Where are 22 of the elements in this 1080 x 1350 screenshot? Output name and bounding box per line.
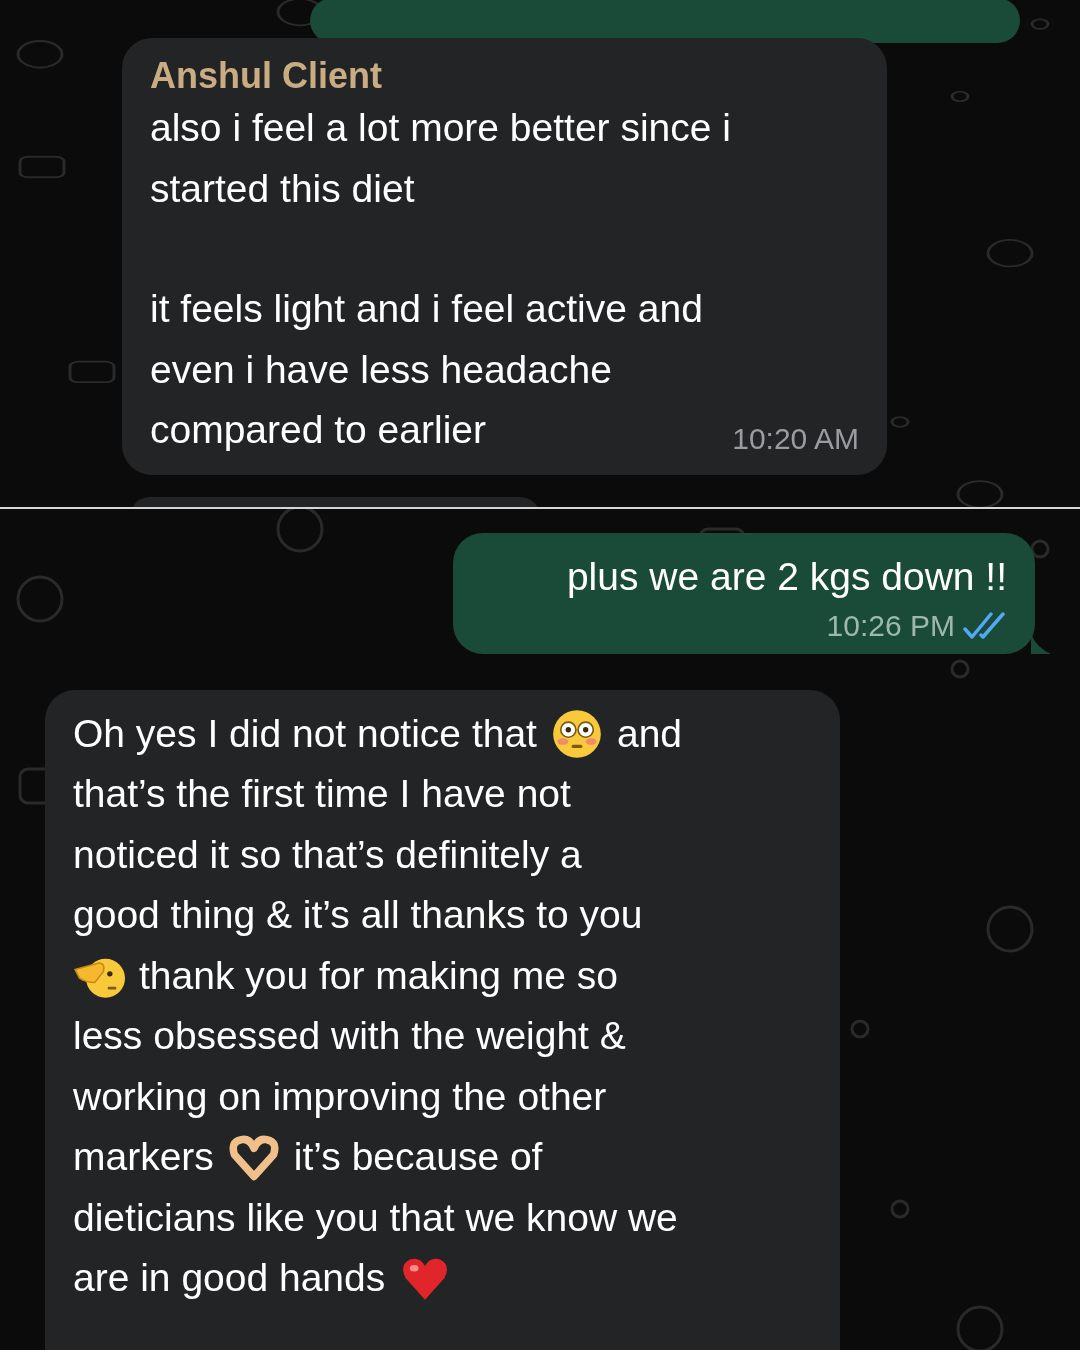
message-text: noticed it so that’s definitely a (73, 831, 582, 878)
message-text: plus we are 2 kgs down !! (566, 554, 1007, 600)
message-text: that’s the first time I have not (73, 771, 571, 817)
message-text: it’s because of (293, 1134, 543, 1180)
message-text: dieticians like you that we know we (73, 1194, 678, 1241)
message-text: and (616, 710, 683, 757)
message-time: 10:26 PM (826, 607, 955, 644)
message-text: are in good hands (73, 1255, 386, 1301)
message-text: it feels light and i feel active and (150, 286, 703, 332)
message-text: also i feel a lot more better since i (150, 105, 731, 151)
message-text: compared to earlier (150, 407, 486, 453)
message-text: good thing & it’s all thanks to you (73, 892, 643, 938)
message-text: working on improving the other (73, 1073, 607, 1120)
message-text: thank you for making me so (139, 952, 619, 999)
message-time: 10:20 AM (732, 420, 859, 457)
message-text: Oh yes I did not notice that (73, 710, 537, 757)
flushed-face-emoji-icon (550, 707, 603, 760)
message-text: started this diet (150, 165, 415, 212)
message-text: even i have less headache (150, 346, 612, 393)
message-text: markers (73, 1134, 214, 1180)
message-text: less obsessed with the weight & (73, 1013, 626, 1059)
sender-name: Anshul Client (150, 54, 383, 98)
